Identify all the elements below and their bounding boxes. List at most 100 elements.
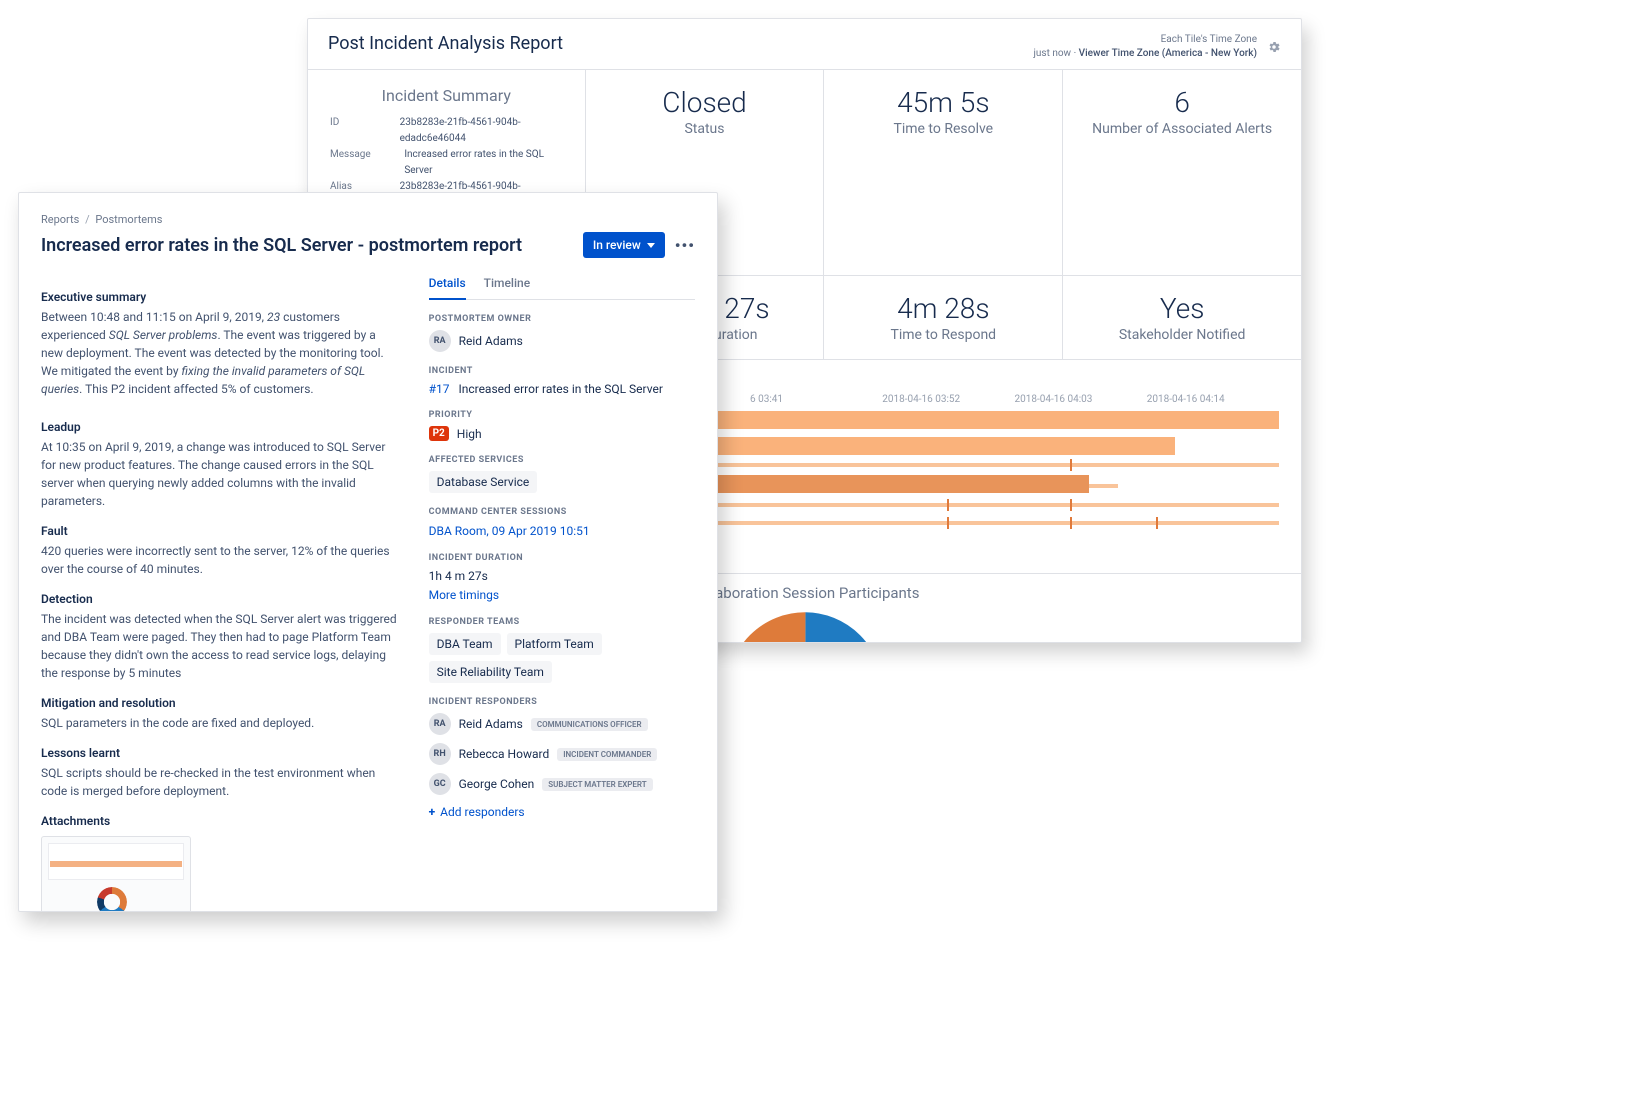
breadcrumb-sep: /: [85, 213, 90, 226]
stat-label: Status: [608, 121, 802, 137]
timeline-marker: [1070, 459, 1072, 471]
stat-label: Time to Resolve: [846, 121, 1040, 137]
responders-list: RA Reid Adams COMMUNICATIONS OFFICER RH R…: [429, 713, 695, 795]
responder-role-badge: COMMUNICATIONS OFFICER: [531, 718, 648, 731]
stat-big: Yes: [1085, 292, 1279, 325]
timeline-tick: 2018-04-16 03:52: [882, 394, 1014, 405]
responder-name: George Cohen: [459, 777, 535, 791]
breadcrumb-reports[interactable]: Reports: [41, 213, 79, 226]
detection-heading: Detection: [41, 592, 401, 606]
stat-resolve: 45m 5s Time to Resolve: [824, 70, 1063, 275]
mitigation-heading: Mitigation and resolution: [41, 696, 401, 710]
plus-icon: +: [429, 805, 436, 819]
owner-label: POSTMORTEM OWNER: [429, 314, 695, 324]
summary-kv: MessageIncreased error rates in the SQL …: [330, 147, 563, 179]
detection-text: The incident was detected when the SQL S…: [41, 610, 401, 682]
pm-right-column: Details Timeline POSTMORTEM OWNER RA Rei…: [429, 276, 695, 912]
team-pill[interactable]: Platform Team: [507, 633, 602, 655]
owner-name: Reid Adams: [459, 334, 523, 348]
sessions-label: COMMAND CENTER SESSIONS: [429, 507, 695, 517]
timeline-marker: [1070, 517, 1072, 529]
avatar: RA: [429, 330, 451, 352]
stat-stakeholder: Yes Stakeholder Notified: [1063, 276, 1301, 359]
add-responders-button[interactable]: + Add responders: [429, 805, 695, 819]
pm-columns: Executive summary Between 10:48 and 11:1…: [41, 276, 695, 912]
responder-row: RH Rebecca Howard INCIDENT COMMANDER: [429, 743, 695, 765]
teams-row: DBA Team Platform Team Site Reliability Te…: [429, 633, 695, 683]
collab-donut-chart: Session 1: [725, 610, 885, 643]
attachment-thumbnail[interactable]: [41, 836, 191, 912]
stat-label: Stakeholder Notified: [1085, 327, 1279, 343]
incident-link[interactable]: #17: [429, 382, 450, 396]
priority-row: P2 High: [429, 426, 695, 441]
timeline-tick: 6 03:41: [750, 394, 882, 405]
stat-big: Closed: [608, 86, 802, 119]
kv-key: ID: [330, 115, 400, 147]
tz-line2-right: Viewer Time Zone (America - New York): [1079, 48, 1257, 59]
timeline-marker: [1070, 499, 1072, 511]
fault-heading: Fault: [41, 524, 401, 538]
team-pill[interactable]: DBA Team: [429, 633, 501, 655]
more-menu-icon[interactable]: •••: [675, 236, 695, 255]
review-status-button[interactable]: In review: [583, 232, 665, 258]
timeline-marker: [1156, 517, 1158, 529]
incident-label: INCIDENT: [429, 366, 695, 376]
avatar: GC: [429, 773, 451, 795]
stat-label: Time to Respond: [846, 327, 1040, 343]
priority-value: High: [457, 427, 482, 441]
owner-row: RA Reid Adams: [429, 330, 695, 352]
chevron-down-icon: [647, 243, 655, 248]
avatar: RA: [429, 713, 451, 735]
stat-big: 4m 28s: [846, 292, 1040, 325]
avatar: RH: [429, 743, 451, 765]
timeline-tick: 2018-04-16 04:14: [1147, 394, 1279, 405]
kv-val: 23b8283e-21fb-4561-904b-edadc6e46044: [400, 115, 563, 147]
affected-label: AFFECTED SERVICES: [429, 455, 695, 465]
tab-timeline[interactable]: Timeline: [484, 276, 530, 299]
fault-text: 420 queries were incorrectly sent to the…: [41, 542, 401, 578]
stat-big: 6: [1085, 86, 1279, 119]
gear-icon[interactable]: [1267, 40, 1281, 54]
stat-big: 45m 5s: [846, 86, 1040, 119]
incident-row: #17 Increased error rates in the SQL Ser…: [429, 382, 695, 396]
breadcrumb-postmortems[interactable]: Postmortems: [95, 213, 162, 226]
responder-name: Reid Adams: [459, 717, 523, 731]
donut-center-label: Session 1: [725, 610, 885, 643]
exec-summary-text: Between 10:48 and 11:15 on April 9, 2019…: [41, 308, 401, 398]
responder-role-badge: SUBJECT MATTER EXPERT: [542, 778, 652, 791]
add-responders-label: Add responders: [440, 805, 524, 819]
lessons-text: SQL scripts should be re-checked in the …: [41, 764, 401, 800]
leadup-heading: Leadup: [41, 420, 401, 434]
priority-label: PRIORITY: [429, 410, 695, 420]
details-tabs: Details Timeline: [429, 276, 695, 300]
breadcrumb: Reports / Postmortems: [41, 213, 695, 226]
teams-label: RESPONDER TEAMS: [429, 617, 695, 627]
pm-left-column: Executive summary Between 10:48 and 11:1…: [41, 276, 401, 912]
affected-service-pill[interactable]: Database Service: [429, 471, 538, 493]
more-timings-link[interactable]: More timings: [429, 588, 499, 602]
incident-summary-heading: Incident Summary: [330, 86, 563, 105]
duration-label: INCIDENT DURATION: [429, 553, 695, 563]
session-link[interactable]: DBA Room, 09 Apr 2019 10:51: [429, 524, 590, 538]
stat-label: Number of Associated Alerts: [1085, 121, 1279, 137]
pm-title-row: Increased error rates in the SQL Server …: [41, 232, 695, 258]
timeline-sub: [1089, 484, 1117, 488]
tz-line1: Each Tile's Time Zone: [1034, 33, 1257, 47]
incident-title: Increased error rates in the SQL Server: [458, 382, 662, 396]
attachments-heading: Attachments: [41, 814, 401, 828]
postmortem-panel: Reports / Postmortems Increased error ra…: [18, 192, 718, 912]
responder-row: GC George Cohen SUBJECT MATTER EXPERT: [429, 773, 695, 795]
timeline-tick: 2018-04-16 04:03: [1015, 394, 1147, 405]
analysis-title: Post Incident Analysis Report: [328, 33, 563, 54]
analysis-header: Post Incident Analysis Report Each Tile'…: [308, 19, 1301, 69]
priority-badge-icon: P2: [429, 426, 449, 441]
lessons-heading: Lessons learnt: [41, 746, 401, 760]
tz-line2-left: just now: [1034, 48, 1072, 59]
mitigation-text: SQL parameters in the code are fixed and…: [41, 714, 401, 732]
team-pill[interactable]: Site Reliability Team: [429, 661, 552, 683]
tab-details[interactable]: Details: [429, 276, 466, 300]
stat-respond: 4m 28s Time to Respond: [824, 276, 1063, 359]
review-status-label: In review: [593, 238, 641, 252]
summary-kv: ID23b8283e-21fb-4561-904b-edadc6e46044: [330, 115, 563, 147]
timezone-block: Each Tile's Time Zone just now · Viewer …: [1034, 33, 1281, 61]
